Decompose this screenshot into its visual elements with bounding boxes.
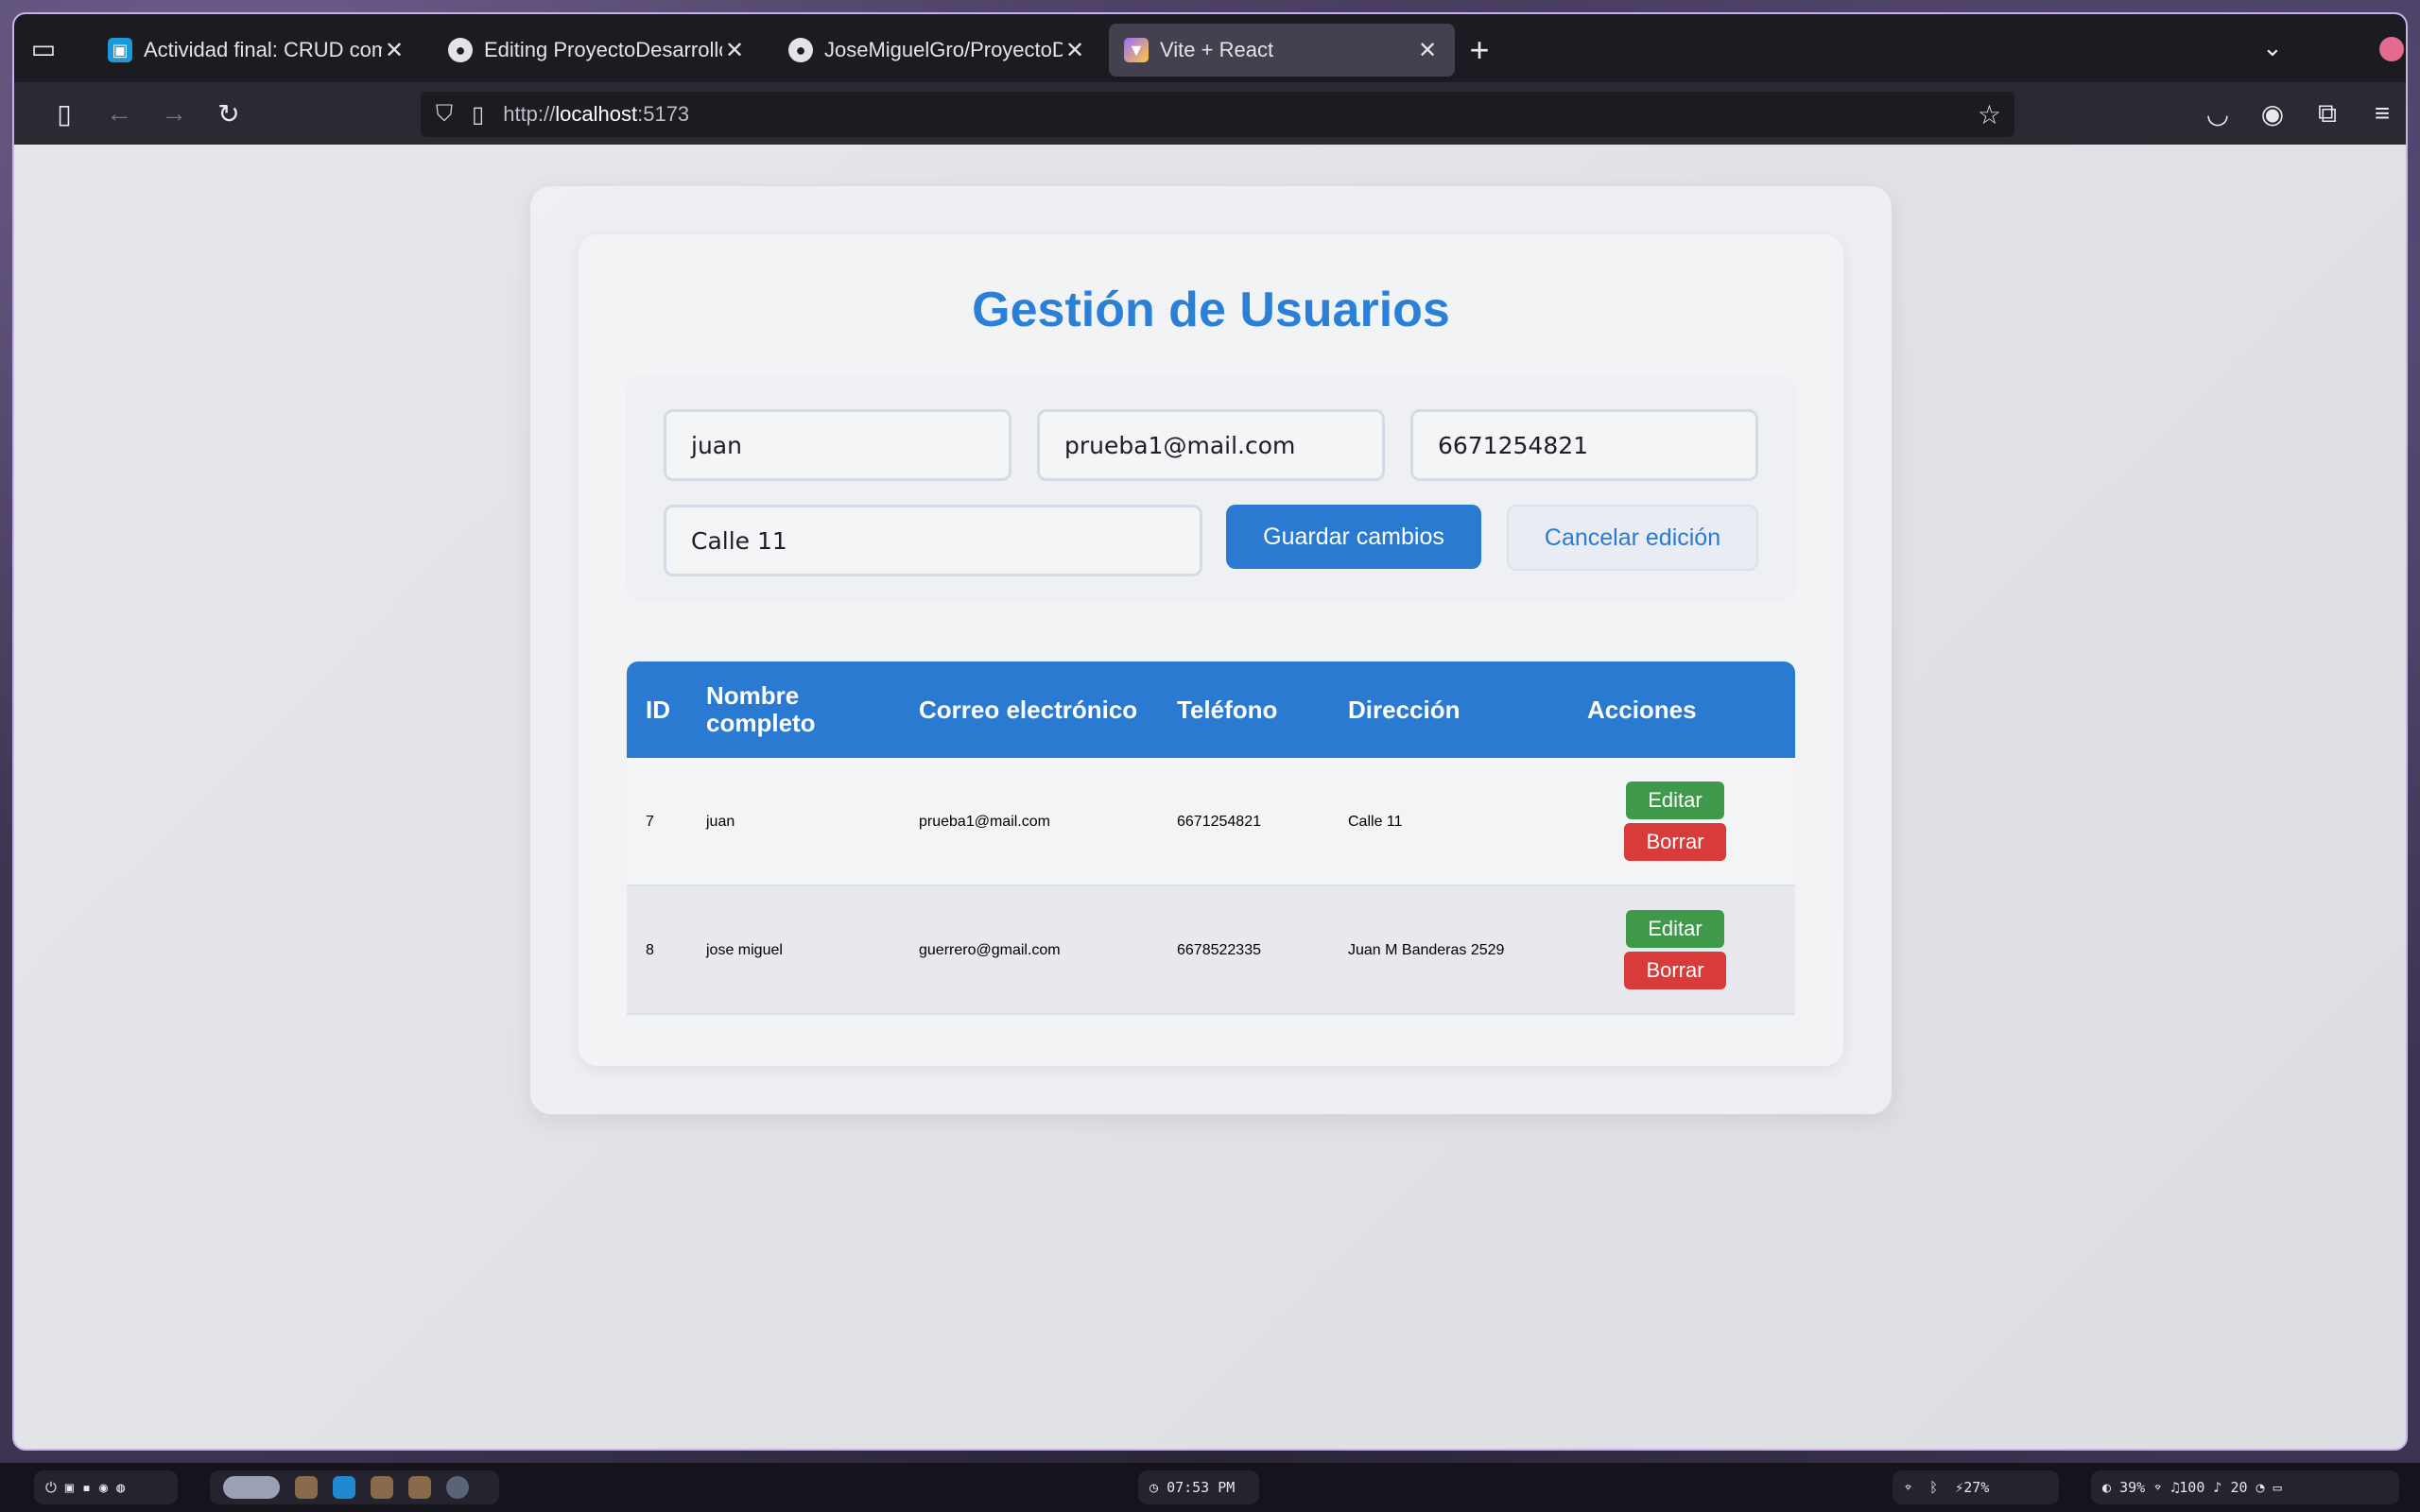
bluetooth-icon: ᛒ	[1929, 1479, 1956, 1496]
tab-github-editing[interactable]: ● Editing ProyectoDesarrolloV ✕	[433, 24, 762, 77]
system-tray-network[interactable]: ⌔ ᛒ ⚡ 27%	[1893, 1470, 2059, 1504]
url-scheme: http://	[503, 102, 556, 126]
save-changes-button[interactable]: Guardar cambios	[1226, 505, 1481, 569]
cancel-edit-button[interactable]: Cancelar edición	[1507, 505, 1758, 571]
firefox-icon[interactable]	[223, 1476, 280, 1499]
taskbar-apps	[210, 1470, 499, 1504]
recording-indicator-icon	[2379, 37, 2404, 61]
cell-address: Calle 11	[1348, 813, 1403, 830]
users-table-header: ID Nombre completo Correo electrónico Te…	[627, 662, 1795, 758]
terminal-icon[interactable]	[371, 1476, 393, 1499]
delete-button[interactable]: Borrar	[1624, 823, 1726, 861]
delete-button[interactable]: Borrar	[1624, 952, 1726, 989]
table-row: 7 juan prueba1@mail.com 6671254821 Calle…	[627, 758, 1795, 886]
cell-email: guerrero@gmail.com	[919, 941, 1061, 958]
tab-github-repo[interactable]: ● JoseMiguelGro/ProyectoDes ✕	[773, 24, 1102, 77]
tab-vite-react[interactable]: ▼ Vite + React ✕	[1109, 24, 1455, 77]
classroom-icon: ▣	[108, 38, 132, 62]
name-input[interactable]: juan	[664, 409, 1011, 481]
back-icon[interactable]: ←	[101, 95, 137, 131]
tab-strip: ▭ ▣ Actividad final: CRUD compl ✕ ● Edit…	[14, 14, 2406, 82]
brightness-icon: ◐	[2102, 1479, 2120, 1496]
column-header-email: Correo electrónico	[919, 695, 1138, 724]
column-header-actions: Acciones	[1587, 695, 1697, 724]
tab-title: Editing ProyectoDesarrolloV	[484, 38, 722, 61]
close-icon[interactable]: ✕	[1063, 37, 1087, 64]
wifi-icon: ⌔	[2145, 1479, 2171, 1496]
mic-level: 20	[2230, 1479, 2248, 1496]
extensions-icon[interactable]: ⧉	[2309, 95, 2345, 131]
cell-phone: 6678522335	[1177, 941, 1261, 958]
tab-list-icon[interactable]: ▭	[14, 14, 73, 82]
cell-id: 7	[646, 813, 654, 830]
tab-title: Actividad final: CRUD compl	[144, 38, 382, 61]
volume-level: 100	[2179, 1479, 2205, 1496]
forward-icon[interactable]: →	[156, 95, 192, 131]
tab-title: JoseMiguelGro/ProyectoDes	[824, 38, 1063, 61]
browser-window: ▭ ▣ Actividad final: CRUD compl ✕ ● Edit…	[12, 12, 2408, 1451]
cell-id: 8	[646, 941, 654, 958]
shield-icon[interactable]: ⛉	[436, 101, 453, 128]
notification-icon: ◔ ▭	[2247, 1479, 2282, 1496]
edit-button[interactable]: Editar	[1626, 782, 1724, 819]
system-tray-status[interactable]: ◐ 39% ⌔ ♫ 100 ♪ 20 ◔ ▭	[2091, 1470, 2399, 1504]
column-header-id: ID	[646, 695, 670, 724]
chevron-down-icon[interactable]: ⌄	[2262, 33, 2283, 62]
cell-address: Juan M Banderas 2529	[1348, 941, 1505, 958]
terminal-icon[interactable]	[295, 1476, 318, 1499]
vite-icon: ▼	[1124, 38, 1149, 62]
app-container: Gestión de Usuarios juan prueba1@mail.co…	[530, 186, 1892, 1114]
url-bar[interactable]: ⛉ ▯ http://localhost:5173 ☆	[421, 92, 2014, 137]
page-title: Gestión de Usuarios	[972, 283, 1450, 337]
bookmark-star-icon[interactable]: ☆	[1978, 99, 2001, 130]
clock: ◷ 07:53 PM	[1138, 1470, 1259, 1504]
phone-input[interactable]: 6671254821	[1410, 409, 1758, 481]
tab-classroom[interactable]: ▣ Actividad final: CRUD compl ✕	[93, 24, 422, 77]
cell-name: jose miguel	[706, 941, 783, 958]
close-icon[interactable]: ✕	[382, 37, 406, 64]
terminal-icon[interactable]	[408, 1476, 431, 1499]
close-icon[interactable]: ✕	[1415, 37, 1440, 64]
account-icon[interactable]: ◉	[2255, 95, 2290, 131]
brightness-level: 39%	[2119, 1479, 2146, 1496]
github-icon: ●	[788, 38, 813, 62]
new-tab-button[interactable]: +	[1461, 30, 1498, 69]
url-port: :5173	[637, 102, 690, 126]
cell-email: prueba1@mail.com	[919, 813, 1050, 830]
cell-name: juan	[706, 813, 735, 830]
clock-text: 07:53 PM	[1167, 1479, 1236, 1496]
vscode-icon[interactable]	[333, 1476, 355, 1499]
cell-phone: 6671254821	[1177, 813, 1261, 830]
tab-title: Vite + React	[1160, 38, 1274, 61]
battery-icon: ⚡	[1955, 1479, 1964, 1496]
github-icon: ●	[448, 38, 473, 62]
edit-button[interactable]: Editar	[1626, 910, 1724, 948]
taskbar-workspaces[interactable]: ⏻ ▣ ▪ ◉ ◍	[34, 1470, 178, 1504]
reload-icon[interactable]: ↻	[211, 95, 247, 131]
address-input[interactable]: Calle 11	[664, 505, 1202, 576]
pocket-icon[interactable]: ◡	[2200, 95, 2236, 131]
column-header-phone: Teléfono	[1177, 695, 1278, 724]
page-viewport: Gestión de Usuarios juan prueba1@mail.co…	[14, 145, 2406, 1449]
users-card: Gestión de Usuarios juan prueba1@mail.co…	[579, 234, 1843, 1066]
app-icon[interactable]	[446, 1476, 469, 1499]
column-header-name: Nombre completo	[706, 681, 816, 737]
clock-icon: ◷	[1150, 1479, 1167, 1496]
mic-icon: ♪	[2204, 1479, 2231, 1496]
url-host: localhost	[555, 102, 638, 126]
column-header-address: Dirección	[1348, 695, 1461, 724]
sidebar-icon[interactable]: ▯	[46, 95, 82, 131]
email-input[interactable]: prueba1@mail.com	[1037, 409, 1385, 481]
navigation-bar: ▯ ← → ↻ ⛉ ▯ http://localhost:5173 ☆ ◡ ◉ …	[14, 82, 2406, 145]
page-icon: ▯	[472, 101, 485, 128]
headphones-icon: ♫	[2170, 1479, 2180, 1496]
taskbar: ⏻ ▣ ▪ ◉ ◍ ◷ 07:53 PM ⌔ ᛒ ⚡ 27% ◐ 39% ⌔ ♫ 1…	[0, 1463, 2420, 1512]
close-icon[interactable]: ✕	[722, 37, 747, 64]
wifi-icon: ⌔	[1904, 1479, 1930, 1496]
menu-icon[interactable]: ≡	[2364, 95, 2400, 131]
battery-level: 27%	[1963, 1479, 1990, 1496]
table-row: 8 jose miguel guerrero@gmail.com 6678522…	[627, 886, 1795, 1015]
